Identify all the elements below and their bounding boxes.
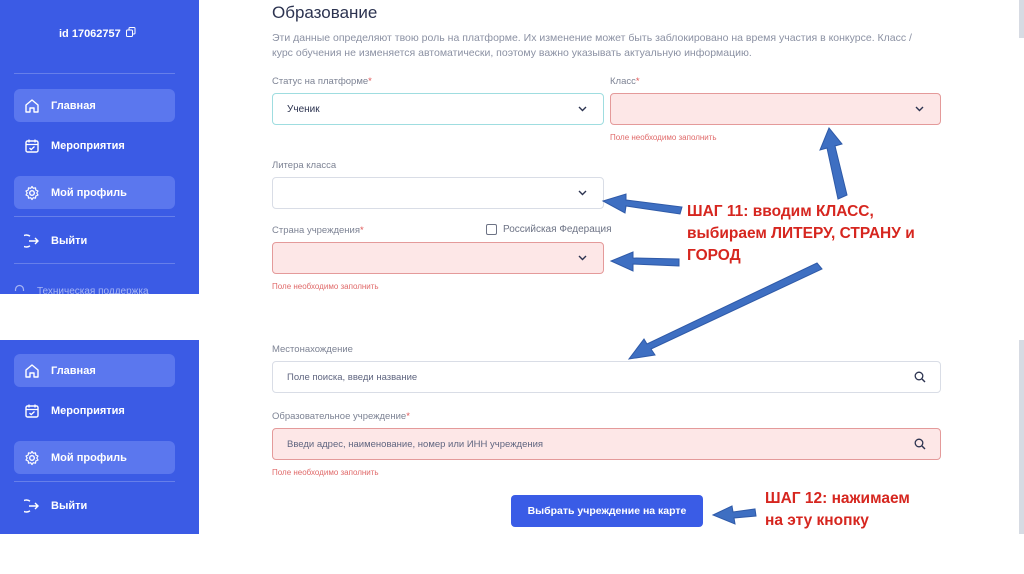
chevron-down-icon xyxy=(578,190,587,196)
choose-on-map-button[interactable]: Выбрать учреждение на карте xyxy=(511,495,703,527)
nav-logout[interactable]: Выйти xyxy=(14,224,175,257)
step11-line: ГОРОД xyxy=(687,247,741,264)
country-error: Поле необходимо заполнить xyxy=(272,282,379,291)
nav-home[interactable]: Главная xyxy=(14,354,175,387)
nav-profile[interactable]: Мой профиль xyxy=(14,176,175,209)
letter-select[interactable] xyxy=(272,177,604,209)
headset-icon xyxy=(14,284,25,298)
nav-profile-label: Мой профиль xyxy=(51,186,127,199)
nav-profile-label: Мой профиль xyxy=(51,451,127,464)
arrow-to-country xyxy=(609,251,680,272)
status-select[interactable]: Ученик xyxy=(272,93,604,125)
nav-logout-label: Выйти xyxy=(51,499,88,512)
location-search-input[interactable]: Поле поиска, введи название xyxy=(272,361,941,393)
status-label: Статус на платформе* xyxy=(272,76,372,87)
step12-annotation: ШАГ 12: нажимаем на эту кнопку xyxy=(765,488,910,532)
nav-events[interactable]: Мероприятия xyxy=(14,129,175,162)
section-description: Эти данные определяют твою роль на платф… xyxy=(272,32,912,59)
calendar-icon xyxy=(24,138,40,154)
step12-line: на эту кнопку xyxy=(765,512,869,529)
institution-search-input[interactable]: Введи адрес, наименование, номер или ИНН… xyxy=(272,428,941,460)
chevron-down-icon xyxy=(578,106,587,112)
section-title: Образование xyxy=(272,3,378,22)
checkbox-label: Российская Федерация xyxy=(503,224,612,235)
gear-icon xyxy=(24,450,40,466)
country-select[interactable] xyxy=(272,242,604,274)
search-icon[interactable] xyxy=(914,371,926,383)
scroll-edge xyxy=(1019,340,1024,534)
sidebar-top: id 17062757 Главная Мероприятия Мой проф… xyxy=(0,0,199,297)
home-icon xyxy=(24,98,40,114)
chevron-down-icon xyxy=(578,255,587,261)
russia-checkbox[interactable]: Российская Федерация xyxy=(486,224,612,235)
step11-line: выбираем ЛИТЕРУ, СТРАНУ и xyxy=(687,225,915,242)
nav-home-label: Главная xyxy=(51,99,96,112)
location-placeholder: Поле поиска, введи название xyxy=(287,371,418,383)
support-label: Техническая поддержка xyxy=(37,285,149,297)
divider xyxy=(14,481,175,482)
logout-icon xyxy=(24,233,40,249)
divider xyxy=(14,263,175,264)
arrow-to-class xyxy=(819,127,848,200)
arrow-to-letter xyxy=(601,193,683,215)
nav-events[interactable]: Мероприятия xyxy=(14,394,175,427)
sidebar-bottom: Главная Мероприятия Мой профиль Выйти xyxy=(0,340,199,534)
logout-icon xyxy=(24,498,40,514)
nav-home-label: Главная xyxy=(51,364,96,377)
search-icon[interactable] xyxy=(914,438,926,450)
checkbox-box[interactable] xyxy=(486,224,497,235)
letter-label: Литера класса xyxy=(272,160,337,171)
nav-events-label: Мероприятия xyxy=(51,404,125,417)
home-icon xyxy=(24,363,40,379)
nav-logout[interactable]: Выйти xyxy=(14,489,175,522)
location-label: Местонахождение xyxy=(272,344,353,355)
user-id: id 17062757 xyxy=(59,27,136,40)
copy-icon[interactable] xyxy=(125,27,136,40)
class-label: Класс* xyxy=(610,76,640,87)
nav-home[interactable]: Главная xyxy=(14,89,175,122)
nav-events-label: Мероприятия xyxy=(51,139,125,152)
nav-logout-label: Выйти xyxy=(51,234,88,247)
step11-annotation: ШАГ 11: вводим КЛАСС, выбираем ЛИТЕРУ, С… xyxy=(687,201,915,267)
chevron-down-icon xyxy=(915,106,924,112)
institution-placeholder: Введи адрес, наименование, номер или ИНН… xyxy=(287,438,544,450)
gear-icon xyxy=(24,185,40,201)
step12-line: ШАГ 12: нажимаем xyxy=(765,490,910,507)
institution-error: Поле необходимо заполнить xyxy=(272,468,379,477)
status-value: Ученик xyxy=(287,103,320,115)
class-select[interactable] xyxy=(610,93,941,125)
arrow-to-location xyxy=(627,262,823,360)
step11-line: ШАГ 11: вводим КЛАСС, xyxy=(687,203,874,220)
divider xyxy=(14,73,175,74)
arrow-to-map-button xyxy=(711,505,757,525)
institution-label: Образовательное учреждение* xyxy=(272,411,410,422)
nav-profile[interactable]: Мой профиль xyxy=(14,441,175,474)
class-error: Поле необходимо заполнить xyxy=(610,133,717,142)
support-link[interactable]: Техническая поддержка xyxy=(14,284,149,298)
calendar-icon xyxy=(24,403,40,419)
user-id-text: id 17062757 xyxy=(59,27,121,40)
divider xyxy=(14,216,175,217)
scroll-edge xyxy=(1019,0,1024,38)
country-label: Страна учреждения* xyxy=(272,225,364,236)
